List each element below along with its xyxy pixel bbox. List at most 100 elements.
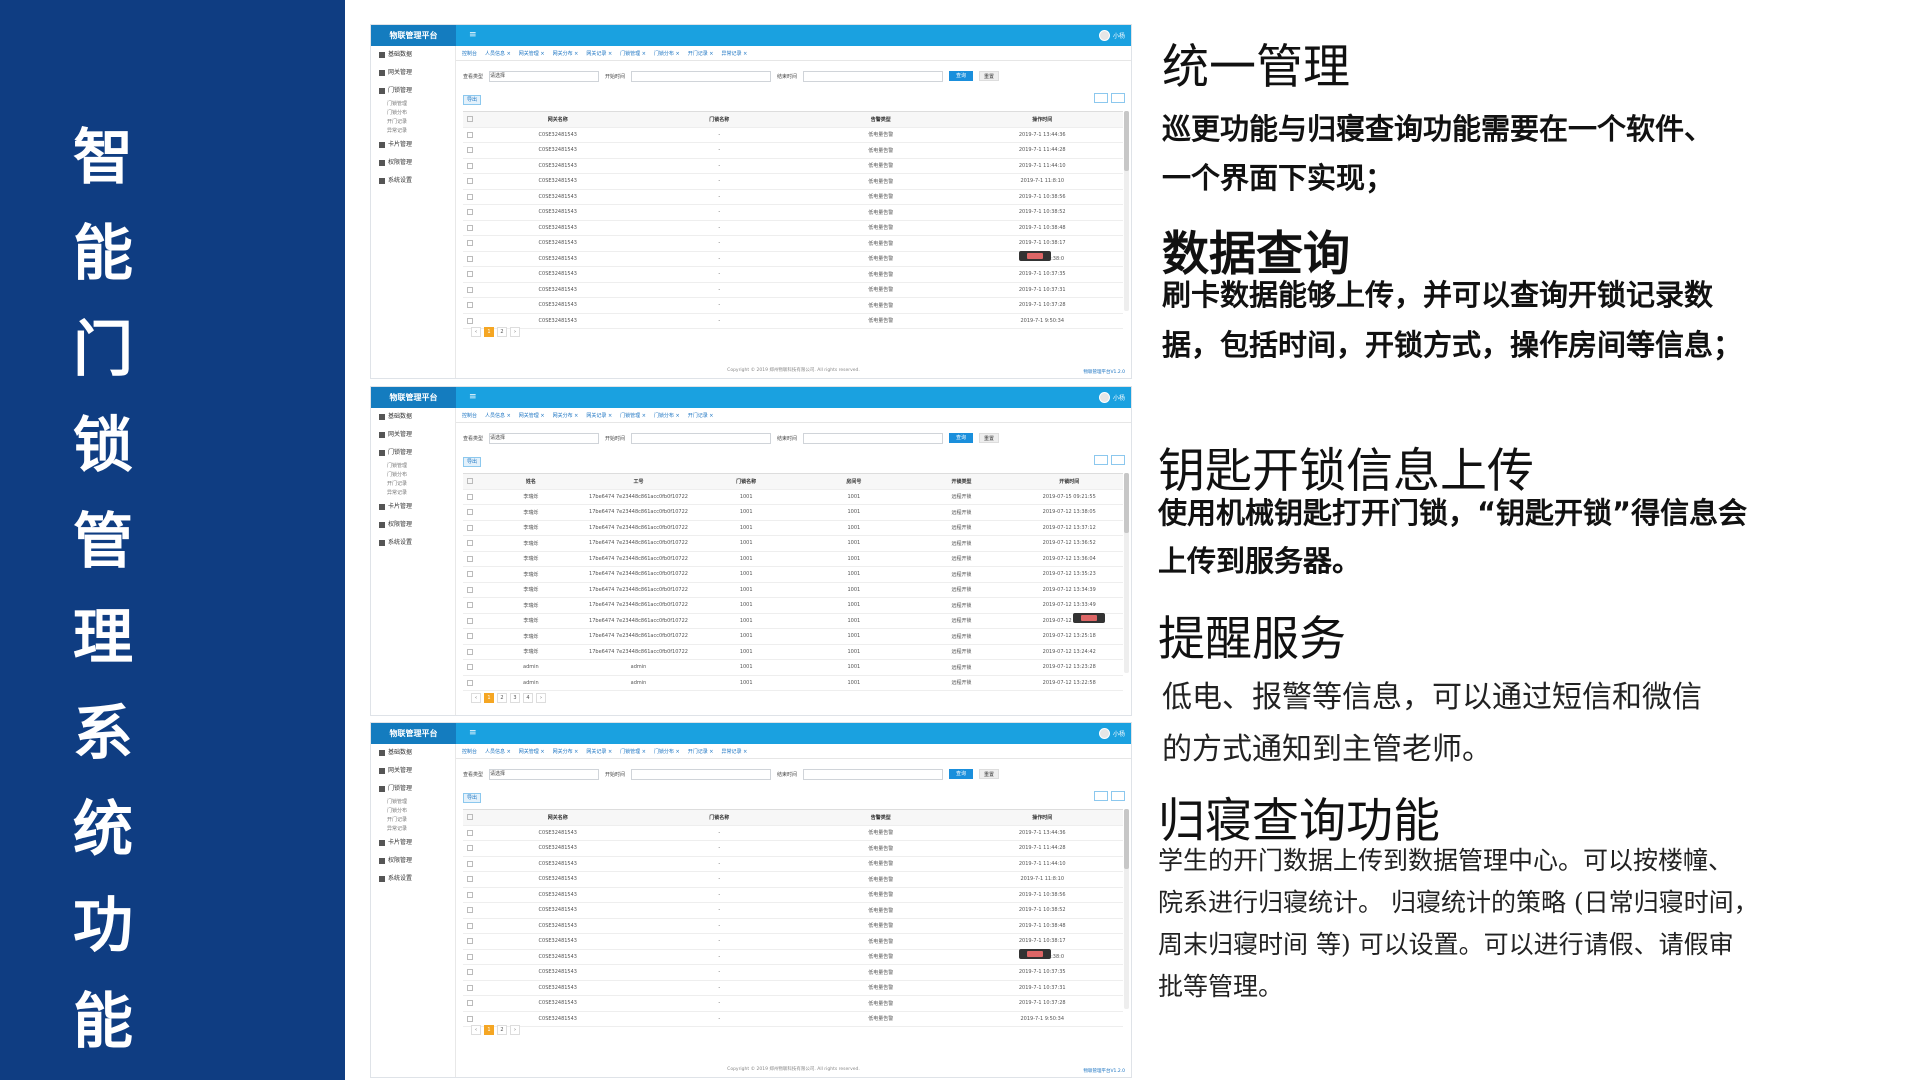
row-checkbox[interactable] (463, 209, 477, 216)
table-row[interactable]: C0SE32481543 - 低电量告警 2019-7-1 10:38:56 (463, 888, 1123, 903)
tab-item[interactable]: 网关记录 × (586, 50, 612, 57)
table-row[interactable]: C0SE32481543 - 低电量告警 2019-7-1 9:50:34 (463, 1012, 1123, 1027)
tab-item[interactable]: 开门记录 × (688, 412, 714, 419)
table-row[interactable]: C0SE32481543 - 低电量告警 2019-7-1 11:8:10 (463, 872, 1123, 888)
row-checkbox[interactable] (463, 271, 477, 278)
table-row[interactable]: C0SE32481543 - 低电量告警 2019-7-1 10:37:35 (463, 267, 1123, 283)
table-row[interactable]: 李瑞烁 17be6474 7e23448c861acc0fb0f10722 1001… (463, 536, 1123, 552)
table-row[interactable]: 李瑞烁 17be6474 7e23448c861acc0fb0f10722 1001… (463, 598, 1123, 614)
tab-item[interactable]: 异常记录 × (721, 748, 747, 755)
row-checkbox[interactable] (463, 571, 477, 578)
query-button[interactable]: 查询 (949, 71, 974, 81)
sidebar-subitem[interactable]: 开门记录 (371, 816, 455, 825)
table-row[interactable]: C0SE32481543 - 低电量告警 2019-7-1 10:38:52 (463, 205, 1123, 221)
scrollbar[interactable] (1124, 809, 1129, 1009)
table-row[interactable]: 李瑞烁 17be6474 7e23448c861acc0fb0f10722 1001… (463, 629, 1123, 645)
tab-item[interactable]: 网关管理 × (519, 748, 545, 755)
user-menu[interactable]: 小杨 (1098, 28, 1125, 43)
select-all-checkbox[interactable] (463, 814, 477, 821)
user-menu[interactable]: 小杨 (1098, 726, 1125, 741)
tab-item[interactable]: 网关记录 × (586, 412, 612, 419)
menu-toggle-icon[interactable]: ≡ (469, 723, 477, 744)
sidebar-item[interactable]: 基础数据 (371, 46, 455, 64)
select-all-checkbox[interactable] (463, 478, 477, 485)
row-checkbox[interactable] (463, 240, 477, 247)
tab-item[interactable]: 开门记录 × (688, 748, 714, 755)
tab-item[interactable]: 控制台 (462, 748, 477, 755)
table-row[interactable]: C0SE32481543 - 低电量告警 2019-7-1 10:38:17 (463, 236, 1123, 252)
select-all-checkbox[interactable] (463, 116, 477, 123)
row-checkbox[interactable] (463, 162, 477, 169)
row-checkbox[interactable] (463, 984, 477, 991)
sidebar-item[interactable]: 系统设置 (371, 534, 455, 552)
page-button[interactable]: › (510, 327, 520, 337)
row-checkbox[interactable] (463, 907, 477, 914)
table-row[interactable]: C0SE32481543 - 低电量告警 2019-7-1 10:38:56 (463, 190, 1123, 205)
tab-item[interactable]: 人员信息 × (485, 412, 511, 419)
table-row[interactable]: C0SE32481543 - 低电量告警 2019-7-1 10:37:31 (463, 283, 1123, 298)
query-button[interactable]: 查询 (949, 769, 974, 779)
tab-item[interactable]: 人员信息 × (485, 748, 511, 755)
table-row[interactable]: 李瑞烁 17be6474 7e23448c861acc0fb0f10722 1001… (463, 567, 1123, 583)
table-row[interactable]: C0SE32481543 - 低电量告警 2019-7-1 13:44:36 (463, 128, 1123, 143)
row-checkbox[interactable] (463, 648, 477, 655)
sidebar-item[interactable]: 网关管理 (371, 426, 455, 444)
row-checkbox[interactable] (463, 860, 477, 867)
page-button[interactable]: 2 (497, 327, 507, 337)
table-row[interactable]: C0SE32481543 - 低电量告警 2019-7-1 10:37:28 (463, 298, 1123, 314)
menu-toggle-icon[interactable]: ≡ (469, 387, 477, 408)
tab-item[interactable]: 门锁分布 × (654, 50, 680, 57)
sidebar-item[interactable]: 网关管理 (371, 762, 455, 780)
table-row[interactable]: 李瑞烁 17be6474 7e23448c861acc0fb0f10722 1001… (463, 645, 1123, 660)
tab-item[interactable]: 门锁管理 × (620, 412, 646, 419)
table-row[interactable]: 李瑞烁 17be6474 7e23448c861acc0fb0f10722 1001… (463, 552, 1123, 567)
sidebar-item[interactable]: 系统设置 (371, 172, 455, 190)
type-select[interactable]: 请选择 (489, 70, 600, 82)
tab-item[interactable]: 异常记录 × (721, 50, 747, 57)
sidebar-item[interactable]: 卡片管理 (371, 136, 455, 154)
table-row[interactable]: C0SE32481543 - 低电量告警 2019-7-1 11:44:28 (463, 143, 1123, 159)
export-button[interactable]: 导出 (463, 793, 481, 803)
sidebar-subitem[interactable]: 门锁分布 (371, 471, 455, 480)
sidebar-subitem[interactable]: 门锁分布 (371, 807, 455, 816)
row-checkbox[interactable] (463, 493, 477, 500)
sidebar-item[interactable]: 基础数据 (371, 744, 455, 762)
page-button[interactable]: ‹ (471, 1025, 481, 1035)
table-row[interactable]: C0SE32481543 - 低电量告警 2019-7-1 10:37:31 (463, 981, 1123, 996)
page-button[interactable]: ‹ (471, 327, 481, 337)
row-checkbox[interactable] (463, 509, 477, 516)
sidebar-subitem[interactable]: 门锁管理 (371, 798, 455, 807)
table-row[interactable]: 李瑞烁 17be6474 7e23448c861acc0fb0f10722 1001… (463, 614, 1123, 629)
table-row[interactable]: C0SE32481543 - 低电量告警 2019-7-1 9:50:34 (463, 314, 1123, 329)
row-checkbox[interactable] (463, 1015, 477, 1022)
row-checkbox[interactable] (463, 938, 477, 945)
export-button[interactable]: 导出 (463, 95, 481, 105)
tab-item[interactable]: 门锁管理 × (620, 748, 646, 755)
row-checkbox[interactable] (463, 679, 477, 686)
end-time-input[interactable] (803, 70, 944, 82)
columns-icon[interactable] (1111, 455, 1125, 465)
table-row[interactable]: 李瑞烁 17be6474 7e23448c861acc0fb0f10722 1001… (463, 490, 1123, 505)
row-checkbox[interactable] (463, 147, 477, 154)
sidebar-item[interactable]: 门锁管理 (371, 780, 455, 798)
sidebar-item[interactable]: 权限管理 (371, 154, 455, 172)
tab-item[interactable]: 网关管理 × (519, 50, 545, 57)
tab-item[interactable]: 门锁分布 × (654, 412, 680, 419)
sidebar-subitem[interactable]: 异常记录 (371, 825, 455, 834)
tab-item[interactable]: 控制台 (462, 50, 477, 57)
page-button[interactable]: ‹ (471, 693, 481, 703)
sidebar-item[interactable]: 权限管理 (371, 516, 455, 534)
row-checkbox[interactable] (463, 224, 477, 231)
columns-icon[interactable] (1111, 791, 1125, 801)
table-row[interactable]: C0SE32481543 - 低电量告警 2019-7-1 11:44:10 (463, 857, 1123, 872)
end-time-input[interactable] (803, 432, 944, 444)
row-checkbox[interactable] (463, 255, 477, 262)
sidebar-subitem[interactable]: 开门记录 (371, 118, 455, 127)
row-checkbox[interactable] (463, 193, 477, 200)
row-checkbox[interactable] (463, 524, 477, 531)
tab-item[interactable]: 门锁管理 × (620, 50, 646, 57)
table-row[interactable]: 李瑞烁 17be6474 7e23448c861acc0fb0f10722 1001… (463, 505, 1123, 521)
page-button[interactable]: › (536, 693, 546, 703)
row-checkbox[interactable] (463, 317, 477, 324)
row-checkbox[interactable] (463, 1000, 477, 1007)
